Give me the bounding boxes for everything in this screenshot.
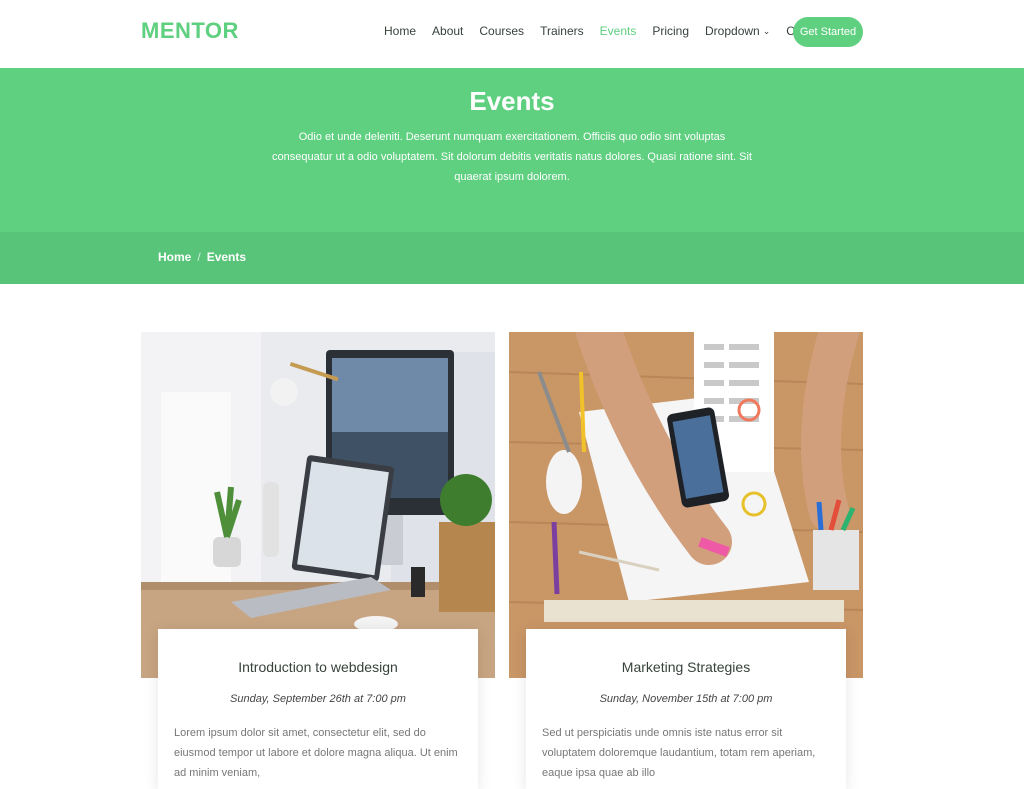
event-date: Sunday, September 26th at 7:00 pm — [230, 693, 406, 705]
nav-about[interactable]: About — [432, 24, 463, 38]
planning-photo — [509, 332, 863, 678]
event-card: Marketing Strategies Sunday, November 15… — [509, 332, 863, 789]
event-description: Lorem ipsum dolor sit amet, consectetur … — [174, 727, 458, 779]
nav-home[interactable]: Home — [384, 24, 416, 38]
logo[interactable]: MENTOR — [141, 18, 239, 44]
event-image-planning[interactable] — [509, 332, 863, 678]
nav-courses[interactable]: Courses — [479, 24, 524, 38]
page-hero: Events Odio et unde deleniti. Deserunt n… — [0, 68, 1024, 232]
main-nav: Home About Courses Trainers Events Prici… — [384, 24, 844, 38]
workspace-photo — [141, 332, 495, 678]
nav-trainers[interactable]: Trainers — [540, 24, 584, 38]
event-card-body: Marketing Strategies Sunday, November 15… — [526, 629, 846, 789]
event-date: Sunday, November 15th at 7:00 pm — [599, 693, 773, 705]
event-title[interactable]: Introduction to webdesign — [158, 659, 478, 675]
site-header: MENTOR Home About Courses Trainers Event… — [0, 0, 1024, 68]
nav-dropdown[interactable]: Dropdown ⌄ — [705, 24, 770, 38]
breadcrumb-home[interactable]: Home — [158, 250, 191, 264]
page-subtitle: Odio et unde deleniti. Deserunt numquam … — [272, 131, 752, 183]
event-image-workspace[interactable] — [141, 332, 495, 678]
breadcrumb-separator: / — [197, 250, 201, 264]
event-card: Introduction to webdesign Sunday, Septem… — [141, 332, 495, 789]
chevron-down-icon: ⌄ — [762, 25, 771, 36]
event-description: Sed ut perspiciatis unde omnis iste natu… — [542, 727, 816, 779]
nav-pricing[interactable]: Pricing — [652, 24, 689, 38]
event-card-body: Introduction to webdesign Sunday, Septem… — [158, 629, 478, 789]
breadcrumb-current: Events — [206, 250, 247, 264]
get-started-button[interactable]: Get Started — [793, 17, 863, 47]
breadcrumb-bar: Home / Events — [0, 232, 1024, 284]
page-title: Events — [469, 86, 555, 116]
event-title[interactable]: Marketing Strategies — [526, 659, 846, 675]
nav-dropdown-label: Dropdown — [705, 24, 760, 38]
breadcrumb: Home / Events — [158, 250, 246, 264]
nav-events[interactable]: Events — [600, 24, 637, 38]
